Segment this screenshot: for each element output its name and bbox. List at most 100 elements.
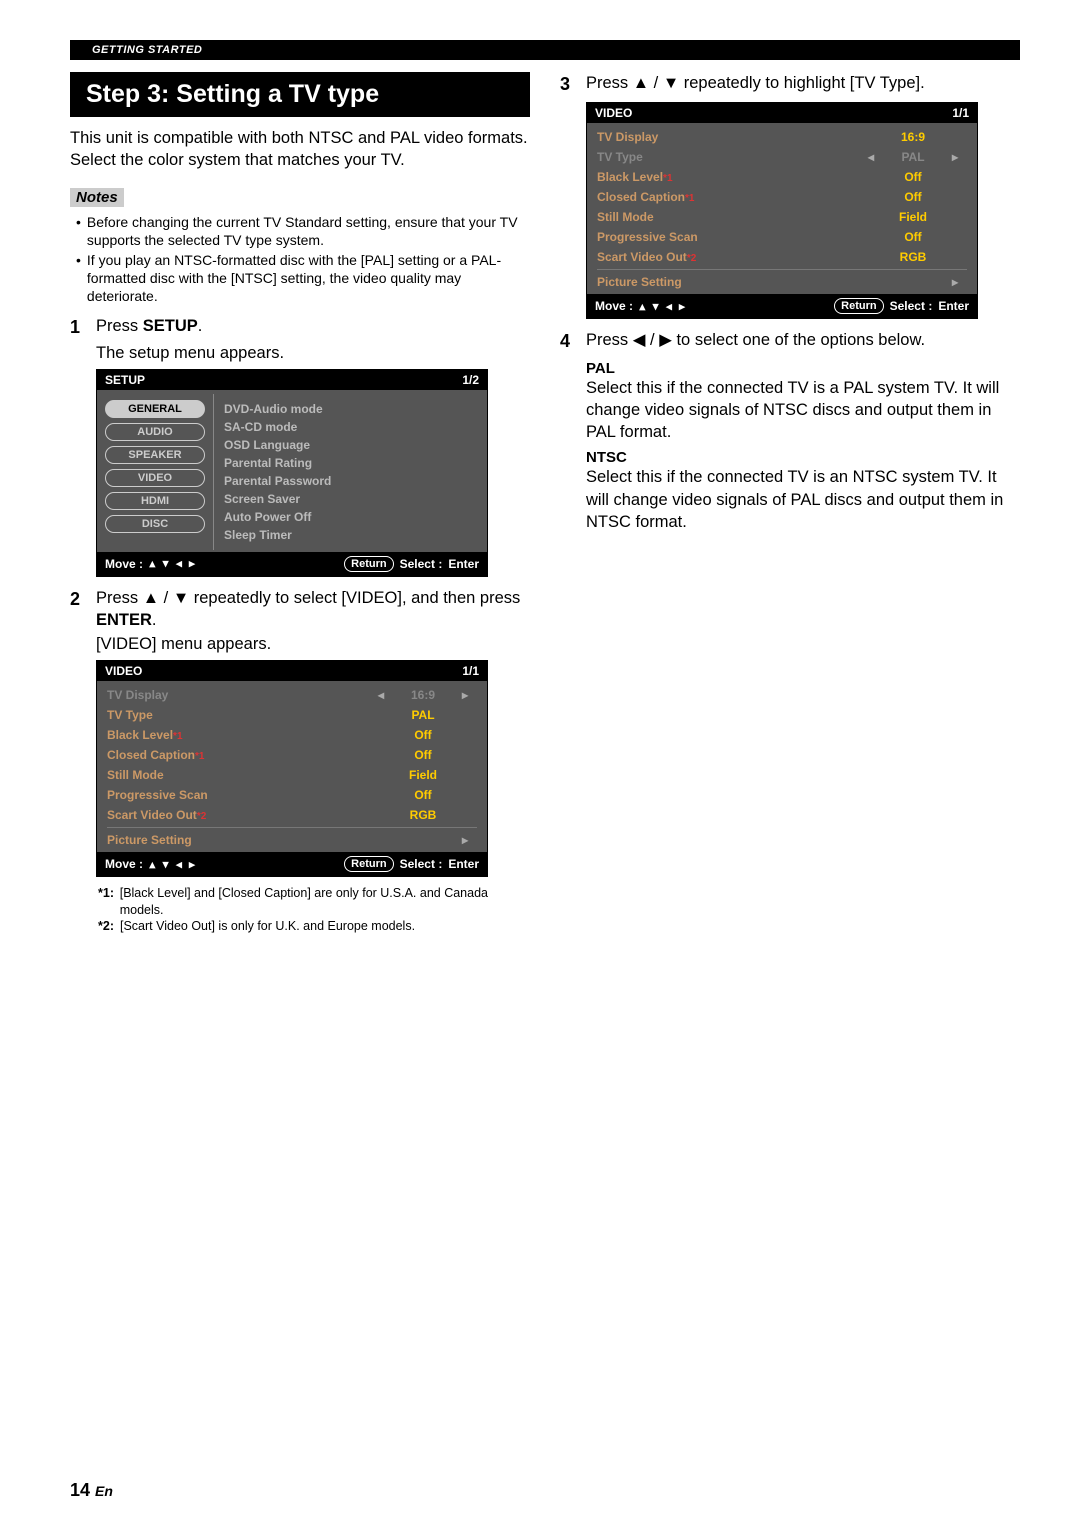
- list-item: Sleep Timer: [224, 526, 477, 544]
- video-osd-2: VIDEO1/1 TV Display16:9TV Type◂PAL▸Black…: [586, 102, 978, 319]
- video-row-value: Off: [883, 230, 943, 244]
- video-row-label: Picture Setting: [597, 275, 859, 289]
- note-item: Before changing the current TV Standard …: [87, 213, 530, 249]
- list-item: Parental Password: [224, 472, 477, 490]
- page-number: 14 En: [70, 1480, 113, 1501]
- video-row-label: Still Mode: [597, 210, 859, 224]
- tab-speaker: SPEAKER: [105, 446, 205, 464]
- notes-list: •Before changing the current TV Standard…: [76, 213, 530, 306]
- list-item: Parental Rating: [224, 454, 477, 472]
- video-row-value: Off: [883, 190, 943, 204]
- step-text: .: [152, 611, 157, 629]
- step-text: Press: [96, 317, 143, 335]
- chevron-right-icon: ▸: [453, 688, 477, 702]
- video-row-label: Scart Video Out*2: [597, 250, 859, 264]
- osd-page: 1/2: [462, 373, 479, 387]
- video-row-value: PAL: [883, 150, 943, 164]
- intro-text: This unit is compatible with both NTSC a…: [70, 127, 530, 172]
- chevron-right-icon: ▸: [453, 833, 477, 847]
- footnotes: *1:[Black Level] and [Closed Caption] ar…: [98, 885, 530, 934]
- select-label: Select :: [400, 857, 443, 871]
- left-column: Step 3: Setting a TV type This unit is c…: [70, 72, 530, 934]
- video-row-value: Off: [883, 170, 943, 184]
- video-row: Scart Video Out*2 RGB: [587, 247, 977, 267]
- video-row-value: RGB: [393, 808, 453, 822]
- option-pal-head: PAL: [586, 360, 1020, 377]
- return-button: Return: [344, 556, 393, 572]
- step-number: 3: [560, 72, 586, 96]
- video-row-label: TV Type: [597, 150, 859, 164]
- footnote-tag: *1:: [98, 885, 120, 918]
- video-row-value: Field: [883, 210, 943, 224]
- arrow-icons: ▲ ▼ ◀ ▶: [149, 557, 195, 570]
- video-row: Progressive Scan Off: [97, 785, 487, 805]
- step-number: 2: [70, 587, 96, 632]
- step-bold: ENTER: [96, 611, 152, 629]
- list-item: Screen Saver: [224, 490, 477, 508]
- video-row: Closed Caption*1 Off: [587, 187, 977, 207]
- video-row-label: Picture Setting: [107, 833, 369, 847]
- osd-title: SETUP: [105, 373, 145, 387]
- page-number-suffix: En: [95, 1483, 113, 1499]
- return-button: Return: [834, 298, 883, 314]
- footnote-text: [Scart Video Out] is only for U.K. and E…: [120, 918, 415, 934]
- step-number: 4: [560, 329, 586, 353]
- video-row-value: Off: [393, 788, 453, 802]
- video-row: Progressive Scan Off: [587, 227, 977, 247]
- list-item: SA-CD mode: [224, 418, 477, 436]
- osd-title: VIDEO: [595, 106, 632, 120]
- video-row: TV Display◂16:9▸: [97, 685, 487, 705]
- video-row-value: RGB: [883, 250, 943, 264]
- footnote-text: [Black Level] and [Closed Caption] are o…: [120, 885, 530, 918]
- video-row-value: Field: [393, 768, 453, 782]
- step-2-sub: [VIDEO] menu appears.: [96, 635, 530, 654]
- osd-page: 1/1: [462, 664, 479, 678]
- list-item: OSD Language: [224, 436, 477, 454]
- video-row: TV Type◂PAL▸: [587, 147, 977, 167]
- setup-osd: SETUP1/2 GENERAL AUDIO SPEAKER VIDEO HDM…: [96, 369, 488, 577]
- return-button: Return: [344, 856, 393, 872]
- video-row-label: Still Mode: [107, 768, 369, 782]
- video-row-value: Off: [393, 728, 453, 742]
- video-row-label: Progressive Scan: [597, 230, 859, 244]
- list-item: DVD-Audio mode: [224, 400, 477, 418]
- enter-label: Enter: [938, 299, 969, 313]
- video-row-label: TV Type: [107, 708, 369, 722]
- section-header-text: GETTING STARTED: [92, 40, 202, 60]
- video-row-value: 16:9: [393, 688, 453, 702]
- video-row: Black Level*1 Off: [587, 167, 977, 187]
- tab-audio: AUDIO: [105, 423, 205, 441]
- move-label: Move :: [105, 857, 143, 871]
- video-row-label: Closed Caption*1: [107, 748, 369, 762]
- chevron-right-icon: ▸: [943, 275, 967, 289]
- enter-label: Enter: [448, 557, 479, 571]
- video-row: Scart Video Out*2RGB: [97, 805, 487, 825]
- right-column: 3 Press ▲ / ▼ repeatedly to highlight [T…: [560, 72, 1020, 934]
- list-item: Auto Power Off: [224, 508, 477, 526]
- step-text: Press ▲ / ▼ repeatedly to highlight [TV …: [586, 72, 1020, 96]
- section-header: GETTING STARTED: [70, 40, 1020, 60]
- step-text: Press ◀ / ▶ to select one of the options…: [586, 329, 1020, 353]
- video-row-label: Progressive Scan: [107, 788, 369, 802]
- step-1: 1 Press SETUP.: [70, 315, 530, 339]
- video-row: TV TypePAL: [97, 705, 487, 725]
- video-row-label: Closed Caption*1: [597, 190, 859, 204]
- page-title: Step 3: Setting a TV type: [70, 72, 530, 117]
- video-row-label: Black Level*1: [107, 728, 369, 742]
- tab-general: GENERAL: [105, 400, 205, 418]
- video-row: Closed Caption*1Off: [97, 745, 487, 765]
- video-row: Still Mode Field: [587, 207, 977, 227]
- step-number: 1: [70, 315, 96, 339]
- step-4: 4 Press ◀ / ▶ to select one of the optio…: [560, 329, 1020, 353]
- select-label: Select :: [890, 299, 933, 313]
- move-label: Move :: [595, 299, 633, 313]
- video-row-label: Black Level*1: [597, 170, 859, 184]
- arrow-icons: ▲ ▼ ◀ ▶: [149, 858, 195, 871]
- page-title-text: Step 3: Setting a TV type: [86, 80, 379, 108]
- notes-label: Notes: [70, 188, 124, 207]
- step-1-sub: The setup menu appears.: [96, 344, 530, 363]
- step-2: 2 Press ▲ / ▼ repeatedly to select [VIDE…: [70, 587, 530, 632]
- page-number-value: 14: [70, 1480, 90, 1500]
- tab-video: VIDEO: [105, 469, 205, 487]
- tab-disc: DISC: [105, 515, 205, 533]
